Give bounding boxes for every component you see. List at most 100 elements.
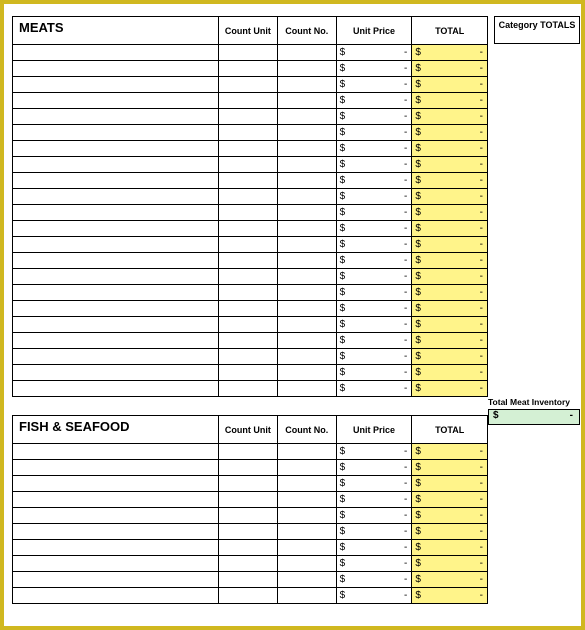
item-cell[interactable]	[13, 588, 219, 604]
item-cell[interactable]	[13, 189, 219, 205]
item-cell[interactable]	[13, 349, 219, 365]
item-cell[interactable]	[13, 93, 219, 109]
count-no-cell[interactable]	[277, 45, 336, 61]
item-cell[interactable]	[13, 444, 219, 460]
count-unit-cell[interactable]	[218, 365, 277, 381]
count-no-cell[interactable]	[277, 77, 336, 93]
count-no-cell[interactable]	[277, 285, 336, 301]
count-no-cell[interactable]	[277, 157, 336, 173]
unit-price-cell[interactable]: $-	[336, 476, 412, 492]
count-no-cell[interactable]	[277, 381, 336, 397]
count-unit-cell[interactable]	[218, 173, 277, 189]
item-cell[interactable]	[13, 253, 219, 269]
item-cell[interactable]	[13, 173, 219, 189]
count-unit-cell[interactable]	[218, 476, 277, 492]
count-unit-cell[interactable]	[218, 460, 277, 476]
item-cell[interactable]	[13, 540, 219, 556]
unit-price-cell[interactable]: $-	[336, 109, 412, 125]
item-cell[interactable]	[13, 508, 219, 524]
count-no-cell[interactable]	[277, 333, 336, 349]
unit-price-cell[interactable]: $-	[336, 141, 412, 157]
count-unit-cell[interactable]	[218, 237, 277, 253]
count-unit-cell[interactable]	[218, 588, 277, 604]
count-no-cell[interactable]	[277, 365, 336, 381]
item-cell[interactable]	[13, 61, 219, 77]
item-cell[interactable]	[13, 221, 219, 237]
count-unit-cell[interactable]	[218, 221, 277, 237]
item-cell[interactable]	[13, 365, 219, 381]
unit-price-cell[interactable]: $-	[336, 556, 412, 572]
count-no-cell[interactable]	[277, 540, 336, 556]
unit-price-cell[interactable]: $-	[336, 221, 412, 237]
item-cell[interactable]	[13, 269, 219, 285]
unit-price-cell[interactable]: $-	[336, 189, 412, 205]
item-cell[interactable]	[13, 381, 219, 397]
count-no-cell[interactable]	[277, 556, 336, 572]
unit-price-cell[interactable]: $-	[336, 77, 412, 93]
count-no-cell[interactable]	[277, 317, 336, 333]
count-unit-cell[interactable]	[218, 349, 277, 365]
count-unit-cell[interactable]	[218, 45, 277, 61]
item-cell[interactable]	[13, 492, 219, 508]
item-cell[interactable]	[13, 524, 219, 540]
count-unit-cell[interactable]	[218, 253, 277, 269]
count-no-cell[interactable]	[277, 141, 336, 157]
count-no-cell[interactable]	[277, 221, 336, 237]
item-cell[interactable]	[13, 460, 219, 476]
unit-price-cell[interactable]: $-	[336, 157, 412, 173]
count-no-cell[interactable]	[277, 269, 336, 285]
unit-price-cell[interactable]: $-	[336, 45, 412, 61]
item-cell[interactable]	[13, 476, 219, 492]
unit-price-cell[interactable]: $-	[336, 444, 412, 460]
count-unit-cell[interactable]	[218, 157, 277, 173]
unit-price-cell[interactable]: $-	[336, 237, 412, 253]
unit-price-cell[interactable]: $-	[336, 285, 412, 301]
item-cell[interactable]	[13, 556, 219, 572]
count-no-cell[interactable]	[277, 173, 336, 189]
count-unit-cell[interactable]	[218, 285, 277, 301]
count-unit-cell[interactable]	[218, 61, 277, 77]
unit-price-cell[interactable]: $-	[336, 333, 412, 349]
count-unit-cell[interactable]	[218, 317, 277, 333]
count-no-cell[interactable]	[277, 109, 336, 125]
unit-price-cell[interactable]: $-	[336, 317, 412, 333]
count-no-cell[interactable]	[277, 508, 336, 524]
count-unit-cell[interactable]	[218, 381, 277, 397]
unit-price-cell[interactable]: $-	[336, 524, 412, 540]
count-no-cell[interactable]	[277, 524, 336, 540]
count-unit-cell[interactable]	[218, 125, 277, 141]
item-cell[interactable]	[13, 125, 219, 141]
count-no-cell[interactable]	[277, 237, 336, 253]
unit-price-cell[interactable]: $-	[336, 588, 412, 604]
count-unit-cell[interactable]	[218, 492, 277, 508]
count-no-cell[interactable]	[277, 301, 336, 317]
count-no-cell[interactable]	[277, 476, 336, 492]
unit-price-cell[interactable]: $-	[336, 349, 412, 365]
count-unit-cell[interactable]	[218, 556, 277, 572]
count-unit-cell[interactable]	[218, 444, 277, 460]
item-cell[interactable]	[13, 157, 219, 173]
count-no-cell[interactable]	[277, 189, 336, 205]
count-unit-cell[interactable]	[218, 269, 277, 285]
count-no-cell[interactable]	[277, 125, 336, 141]
count-unit-cell[interactable]	[218, 77, 277, 93]
count-no-cell[interactable]	[277, 444, 336, 460]
item-cell[interactable]	[13, 572, 219, 588]
unit-price-cell[interactable]: $-	[336, 540, 412, 556]
count-unit-cell[interactable]	[218, 572, 277, 588]
unit-price-cell[interactable]: $-	[336, 61, 412, 77]
unit-price-cell[interactable]: $-	[336, 572, 412, 588]
unit-price-cell[interactable]: $-	[336, 301, 412, 317]
count-unit-cell[interactable]	[218, 109, 277, 125]
count-unit-cell[interactable]	[218, 333, 277, 349]
count-unit-cell[interactable]	[218, 93, 277, 109]
unit-price-cell[interactable]: $-	[336, 492, 412, 508]
count-unit-cell[interactable]	[218, 508, 277, 524]
count-no-cell[interactable]	[277, 205, 336, 221]
unit-price-cell[interactable]: $-	[336, 253, 412, 269]
unit-price-cell[interactable]: $-	[336, 205, 412, 221]
item-cell[interactable]	[13, 301, 219, 317]
count-unit-cell[interactable]	[218, 540, 277, 556]
unit-price-cell[interactable]: $-	[336, 508, 412, 524]
item-cell[interactable]	[13, 333, 219, 349]
